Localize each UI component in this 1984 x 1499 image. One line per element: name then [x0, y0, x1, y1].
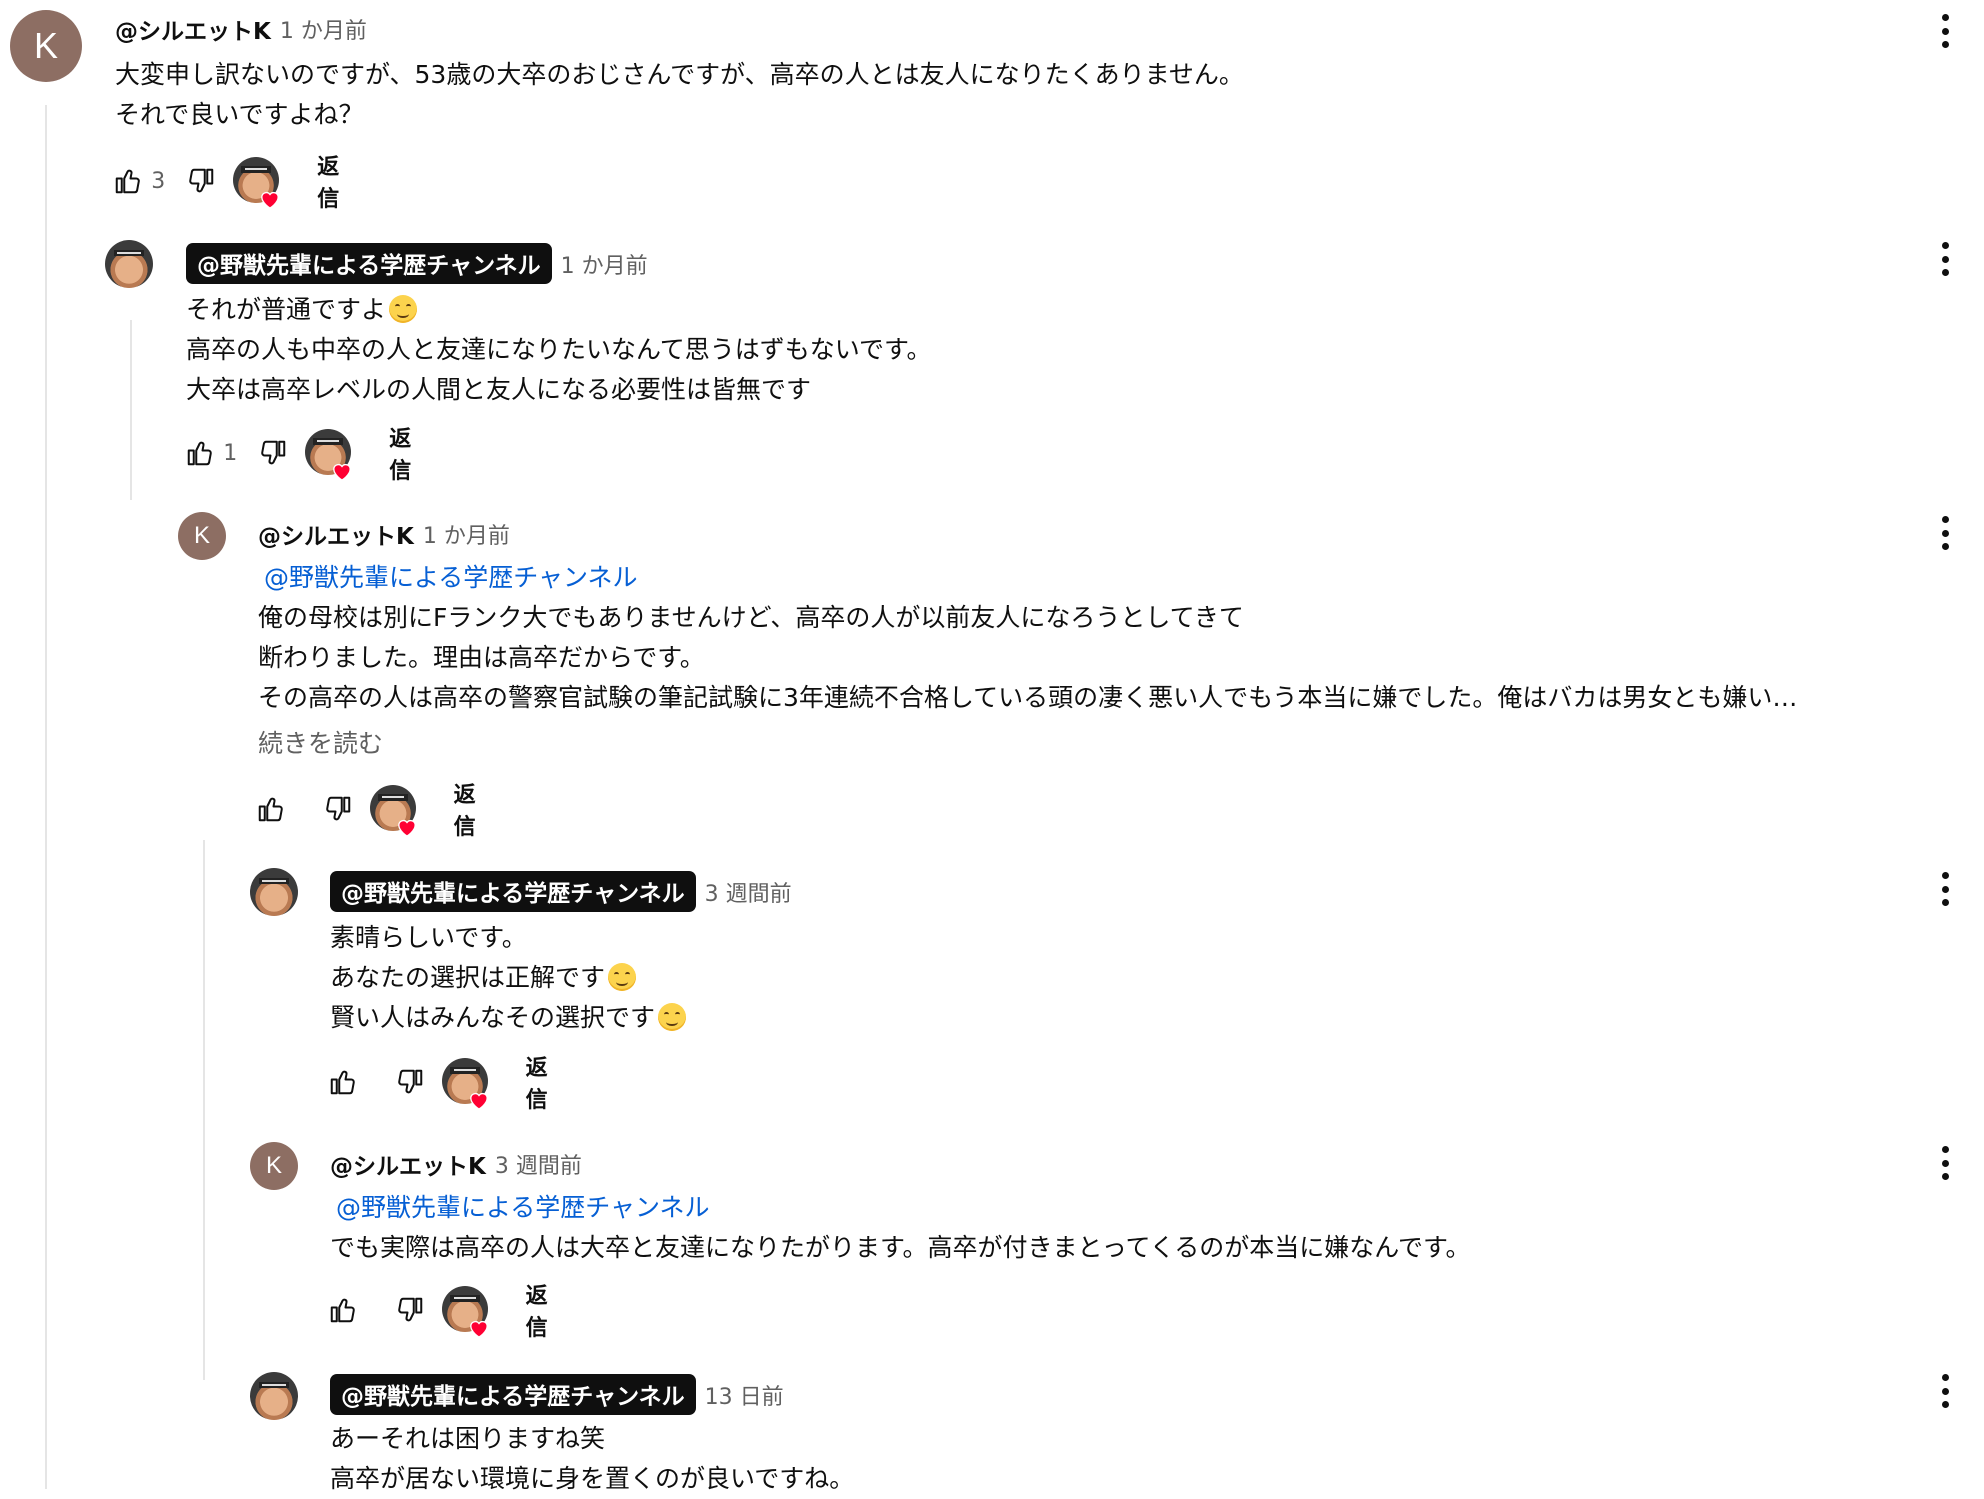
- comment-author[interactable]: @シルエットK: [330, 1147, 486, 1181]
- reply-button[interactable]: 返信: [440, 769, 506, 849]
- like-button[interactable]: [326, 1290, 361, 1330]
- comment-line: 高卒が居ない環境に身を置くのが良いですね。: [330, 1464, 855, 1493]
- avatar-letter: K: [193, 522, 210, 549]
- like-count: 1: [223, 440, 238, 466]
- comment-text: @野獣先輩による学歴チャンネル でも実際は高卒の人は大卒と友達になりたがります。…: [330, 1188, 1471, 1268]
- avatar-letter: K: [33, 25, 58, 66]
- comment-line: あーそれは困りますね笑: [330, 1424, 606, 1453]
- comment-author[interactable]: @シルエットK: [115, 12, 271, 46]
- thumbs-down-icon: [398, 1069, 423, 1094]
- comment-line: その高卒の人は高卒の警察官試験の筆記試験に3年連続不合格している頭の凄く悪い人で…: [258, 683, 1798, 712]
- comment-line: 高卒の人も中卒の人と友達になりたいなんて思うはずもないです。: [186, 335, 932, 364]
- comment-text: @野獣先輩による学歴チャンネル 俺の母校は別にFランク大でもありませんけど、高卒…: [258, 558, 1978, 764]
- creator-heart[interactable]: [369, 785, 416, 837]
- reply-button[interactable]: 返信: [375, 413, 442, 493]
- comment-line: 大変申し訳ないのですが、53歳の大卒のおじさんですが、高卒の人とは友人になりたく…: [115, 60, 1244, 89]
- comment-actions: 1 返信: [182, 427, 442, 484]
- comment-line: それが普通ですよ: [186, 290, 932, 330]
- like-button[interactable]: [254, 789, 289, 829]
- creator-heart[interactable]: [232, 157, 280, 209]
- thumbs-up-icon: [187, 441, 212, 466]
- dislike-button[interactable]: [393, 1290, 428, 1330]
- comment-actions: 3 返信: [110, 155, 370, 212]
- comment-line: 大卒は高卒レベルの人間と友人になる必要性は皆無です: [186, 375, 812, 404]
- avatar[interactable]: K: [178, 512, 226, 560]
- avatar[interactable]: K: [250, 1142, 298, 1190]
- comment-line: でも実際は高卒の人は大卒と友達になりたがります。高卒が付きまとってくるのが本当に…: [330, 1233, 1471, 1262]
- comment-author[interactable]: @シルエットK: [258, 517, 414, 551]
- read-more-link[interactable]: 続きを読む: [258, 724, 1978, 764]
- comment-time[interactable]: 1 か月前: [423, 518, 510, 550]
- thumbs-down-icon: [189, 168, 214, 193]
- reply-button[interactable]: 返信: [512, 1042, 578, 1122]
- smiling-face-emoji: [658, 1003, 687, 1031]
- heart-icon: [261, 192, 280, 209]
- thumbs-up-icon: [331, 1070, 356, 1095]
- thread-line-reply-1: [130, 320, 132, 500]
- thumbs-down-icon: [261, 440, 286, 465]
- mention-link[interactable]: @野獣先輩による学歴チャンネル: [336, 1188, 1471, 1228]
- like-count: 3: [151, 168, 166, 194]
- smiling-face-emoji: [608, 963, 637, 991]
- owner-badge-author[interactable]: @野獣先輩による学歴チャンネル: [330, 1374, 696, 1415]
- avatar-letter: K: [265, 1152, 282, 1179]
- mention-link[interactable]: @野獣先輩による学歴チャンネル: [264, 558, 1978, 598]
- comment-time[interactable]: 3 週間前: [495, 1148, 582, 1180]
- thread-line-main: [45, 105, 47, 1489]
- heart-icon: [469, 1093, 488, 1110]
- dislike-button[interactable]: [256, 433, 291, 473]
- comment-actions: 返信: [326, 1056, 578, 1113]
- more-vert-icon[interactable]: [1930, 870, 1960, 908]
- more-vert-icon[interactable]: [1930, 1372, 1960, 1410]
- comment-line: それで良いですよね？: [115, 100, 364, 129]
- reply-button[interactable]: 返信: [512, 1270, 578, 1350]
- heart-icon: [333, 464, 352, 481]
- comment-time[interactable]: 13 日前: [705, 1379, 784, 1411]
- dislike-button[interactable]: [321, 789, 356, 829]
- creator-heart[interactable]: [441, 1286, 488, 1338]
- thumbs-down-icon: [398, 1297, 423, 1322]
- thumbs-down-icon: [326, 796, 351, 821]
- comment-line: 素晴らしいです。: [330, 923, 527, 952]
- like-button[interactable]: [182, 433, 217, 473]
- comment-time[interactable]: 1 か月前: [561, 248, 648, 280]
- comment-text: それが普通ですよ 高卒の人も中卒の人と友達になりたいなんて思うはずもないです。 …: [186, 290, 932, 410]
- owner-badge-author[interactable]: @野獣先輩による学歴チャンネル: [330, 871, 696, 912]
- thumbs-up-icon: [115, 169, 140, 194]
- comment-text: あーそれは困りますね笑 高卒が居ない環境に身を置くのが良いですね。: [330, 1419, 854, 1499]
- comment-line: 俺の母校は別にFランク大でもありませんけど、高卒の人が以前友人になろうとしてきて: [258, 603, 1244, 632]
- comment-time[interactable]: 3 週間前: [705, 876, 792, 908]
- more-vert-icon[interactable]: [1930, 514, 1960, 552]
- like-button[interactable]: [110, 161, 145, 201]
- reply-button[interactable]: 返信: [303, 141, 370, 221]
- comment-line: あなたの選択は正解です: [330, 958, 686, 998]
- thumbs-up-icon: [259, 797, 284, 822]
- owner-badge-author[interactable]: @野獣先輩による学歴チャンネル: [186, 243, 552, 284]
- avatar[interactable]: [250, 868, 298, 916]
- dislike-button[interactable]: [184, 161, 219, 201]
- comment-text: 素晴らしいです。 あなたの選択は正解です 賢い人はみんなその選択です: [330, 918, 687, 1038]
- more-vert-icon[interactable]: [1930, 12, 1960, 50]
- heart-icon: [469, 1321, 488, 1338]
- creator-heart[interactable]: [304, 429, 352, 481]
- heart-icon: [397, 820, 416, 837]
- avatar[interactable]: K: [10, 10, 82, 82]
- smiling-face-emoji: [389, 295, 418, 323]
- thumbs-up-icon: [331, 1298, 356, 1323]
- thread-connector: [45, 215, 100, 260]
- more-vert-icon[interactable]: [1930, 240, 1960, 278]
- comment-time[interactable]: 1 か月前: [280, 13, 367, 45]
- comment-text: 大変申し訳ないのですが、53歳の大卒のおじさんですが、高卒の人とは友人になりたく…: [115, 55, 1244, 135]
- thread-line-reply-3: [203, 840, 205, 1380]
- more-vert-icon[interactable]: [1930, 1144, 1960, 1182]
- avatar[interactable]: [250, 1372, 298, 1420]
- creator-heart[interactable]: [441, 1058, 488, 1110]
- like-button[interactable]: [326, 1062, 361, 1102]
- comment-actions: 返信: [326, 1284, 578, 1341]
- comment-line: 断わりました。理由は高卒だからです。: [258, 643, 705, 672]
- avatar[interactable]: [105, 240, 153, 288]
- comment-actions: 返信: [254, 783, 506, 840]
- comment-line: 賢い人はみんなその選択です: [330, 998, 687, 1038]
- dislike-button[interactable]: [393, 1062, 428, 1102]
